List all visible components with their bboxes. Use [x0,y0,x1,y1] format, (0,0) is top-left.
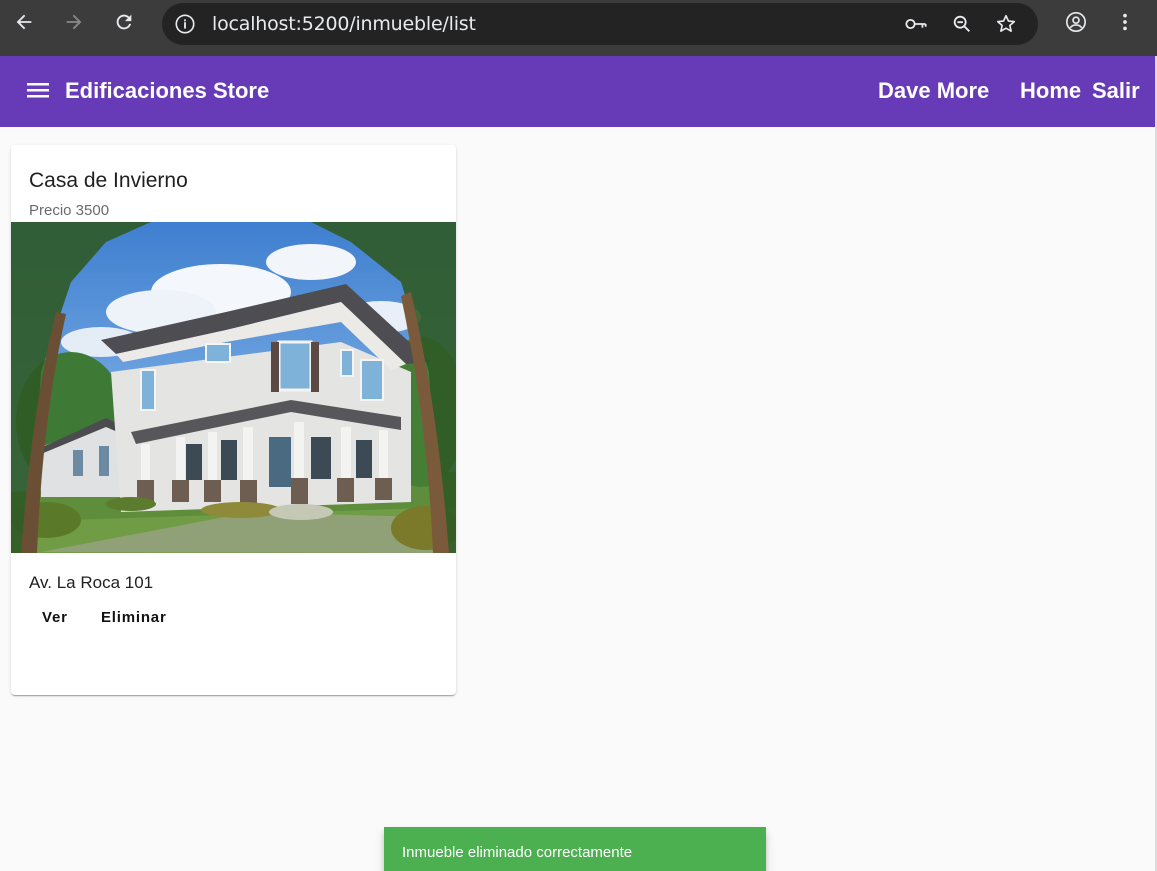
arrow-left-icon [16,14,32,30]
view-button[interactable]: Ver [42,609,68,631]
card-subtitle: Precio 3500 [29,202,110,219]
reload-button[interactable] [110,8,138,36]
menu-button[interactable] [1111,8,1139,36]
app-title: Edificaciones Store [65,78,270,103]
app-toolbar: Edificaciones Store Dave More Home Salir [0,56,1157,127]
user-name: Dave More [878,78,990,103]
url-text[interactable]: localhost:5200/inmueble/list [212,13,476,35]
zoom-icon[interactable] [950,13,974,35]
info-icon[interactable] [174,13,196,35]
more-vert-icon [1123,13,1127,31]
star-icon[interactable] [994,13,1018,35]
house-illustration [11,222,456,553]
logout-link[interactable]: Salir [1092,78,1140,104]
property-image [11,222,456,553]
browser-toolbar: localhost:5200/inmueble/list [0,0,1157,56]
home-link[interactable]: Home [1020,78,1081,104]
key-icon[interactable] [904,13,928,35]
snackbar: Inmueble eliminado correctamente [384,827,766,871]
address-bar[interactable]: localhost:5200/inmueble/list [162,3,1038,45]
account-icon [1066,12,1086,32]
profile-button[interactable] [1062,8,1090,36]
delete-button[interactable]: Eliminar [101,609,167,631]
snackbar-message: Inmueble eliminado correctamente [402,844,633,861]
arrow-right-icon [66,14,82,30]
card-title: Casa de Invierno [29,169,188,192]
card-address: Av. La Roca 101 [29,573,154,592]
forward-button[interactable] [60,8,88,36]
menu-icon[interactable] [26,80,50,100]
reload-icon [116,14,132,30]
property-card: Casa de Invierno Precio 3500 Av. La Roca… [11,145,456,695]
back-button[interactable] [10,8,38,36]
